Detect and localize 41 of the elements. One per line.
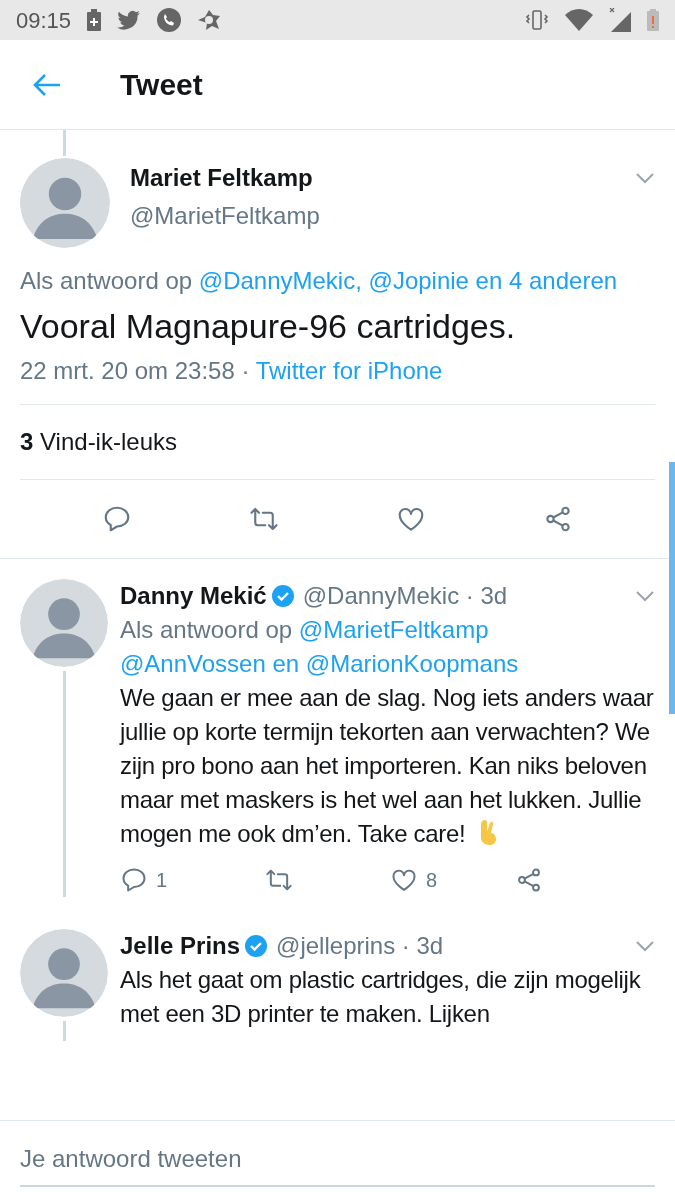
author-handle: @MarietFeltkamp: [130, 201, 321, 231]
page-title: Tweet: [120, 67, 203, 103]
tweet-text: Vooral Magnapure-96 cartridges.: [20, 306, 517, 347]
back-arrow-icon[interactable]: [32, 72, 62, 97]
author-handle: @jelleprins · 3d: [276, 931, 444, 961]
status-time: 09:15: [16, 6, 72, 35]
battery-low-icon: [647, 9, 659, 31]
reply-icon[interactable]: [120, 866, 148, 894]
chevron-down-icon[interactable]: [635, 940, 655, 952]
reply-count: 1: [156, 868, 168, 893]
like-count: 8: [426, 868, 438, 893]
mention-link[interactable]: anderen: [529, 267, 618, 294]
battery-plus-icon: [87, 9, 102, 31]
reply-context: Als antwoord op @MarietFeltkamp @AnnVossen en @MarionKoopmans: [120, 615, 520, 679]
share-icon[interactable]: [515, 866, 543, 894]
mention-link[interactable]: @DannyMekic,: [198, 267, 362, 294]
bird-icon: [117, 10, 142, 30]
chevron-down-icon[interactable]: [635, 172, 655, 184]
avatar[interactable]: [20, 158, 110, 248]
chevron-down-icon[interactable]: [635, 590, 655, 602]
reply-context: Als antwoord op @DannyMekic, @Jopinie en 4 anderen: [20, 266, 619, 296]
wifi-icon: [565, 9, 593, 31]
source-link[interactable]: Twitter for iPhone: [255, 357, 443, 384]
tweet-text: We gaan er mee aan de slag. Nog iets anders waar jullie op korte termijn tekorten aan verwachten? We zijn pro bono aan het importeren. Kan niks beloven maar met maskers is het wel aan het lukken. Jullie mogen me ook dm’en. Take care!: [120, 683, 655, 849]
phone-icon: [157, 8, 182, 32]
avatar[interactable]: [20, 929, 108, 1017]
mention-link[interactable]: @AnnVossen en @MarionKoopmans: [120, 650, 519, 677]
author-name[interactable]: Danny Mekić: [120, 579, 267, 613]
author-name[interactable]: Mariet Feltkamp: [130, 161, 635, 195]
avatar[interactable]: [20, 579, 108, 667]
tweet-text: Als het gaat om plastic cartridges, die zijn mogelijk met een 3D printer te maken. Lijken: [120, 965, 642, 1029]
like-total[interactable]: 3 Vind-ik-leuks: [20, 428, 177, 455]
thread-line: [63, 130, 66, 156]
author-handle: @DannyMekic · 3d: [302, 581, 508, 611]
tweet-date: 22 mrt. 20 om 23:58 ·: [20, 357, 250, 384]
vibrate-icon: [525, 8, 549, 32]
reply-field[interactable]: Je antwoord tweeten: [20, 1133, 655, 1187]
signal-icon: [609, 8, 631, 32]
mention-link[interactable]: @Jopinie en 4: [368, 267, 523, 294]
author-name[interactable]: Jelle Prins: [120, 929, 241, 963]
mention-link[interactable]: @MarietFeltkamp: [298, 616, 489, 643]
